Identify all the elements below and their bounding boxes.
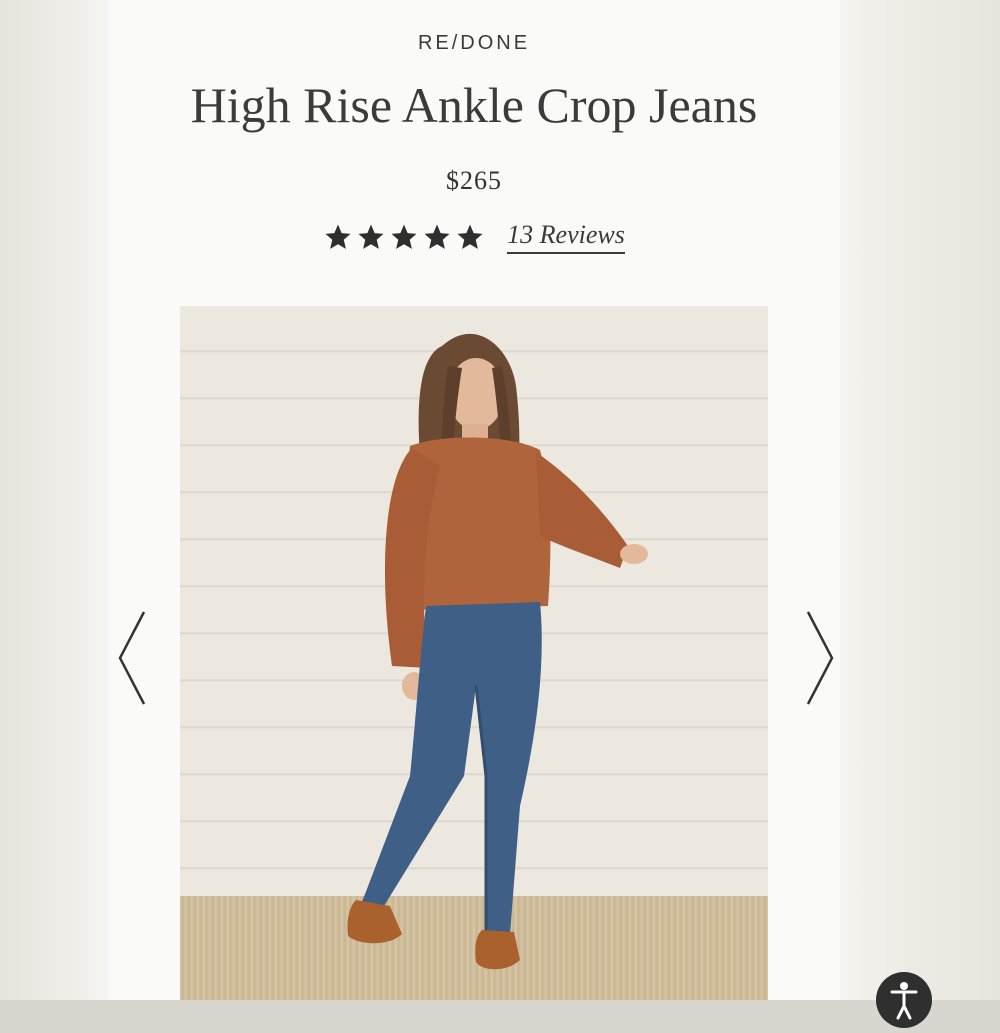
star-icon bbox=[358, 224, 384, 249]
product-card: RE/DONE High Rise Ankle Crop Jeans $265 … bbox=[108, 0, 932, 1028]
rating-stars[interactable] bbox=[323, 222, 485, 252]
accessibility-figure-icon bbox=[890, 982, 918, 1020]
chevron-right-icon[interactable] bbox=[798, 608, 838, 708]
reviews-link[interactable]: 13 Reviews bbox=[507, 220, 625, 254]
star-icon bbox=[457, 224, 483, 249]
product-image[interactable] bbox=[180, 306, 768, 1000]
chevron-left-icon[interactable] bbox=[114, 608, 154, 708]
star-icon bbox=[325, 224, 351, 249]
accessibility-icon[interactable] bbox=[876, 972, 932, 1028]
star-icon bbox=[391, 224, 417, 249]
rating-row: 13 Reviews bbox=[108, 220, 840, 254]
product-price: $265 bbox=[446, 166, 502, 195]
brand-name[interactable]: RE/DONE bbox=[108, 32, 840, 55]
model-figure bbox=[347, 333, 648, 970]
star-icon bbox=[424, 224, 450, 249]
product-title: High Rise Ankle Crop Jeans bbox=[190, 77, 758, 133]
